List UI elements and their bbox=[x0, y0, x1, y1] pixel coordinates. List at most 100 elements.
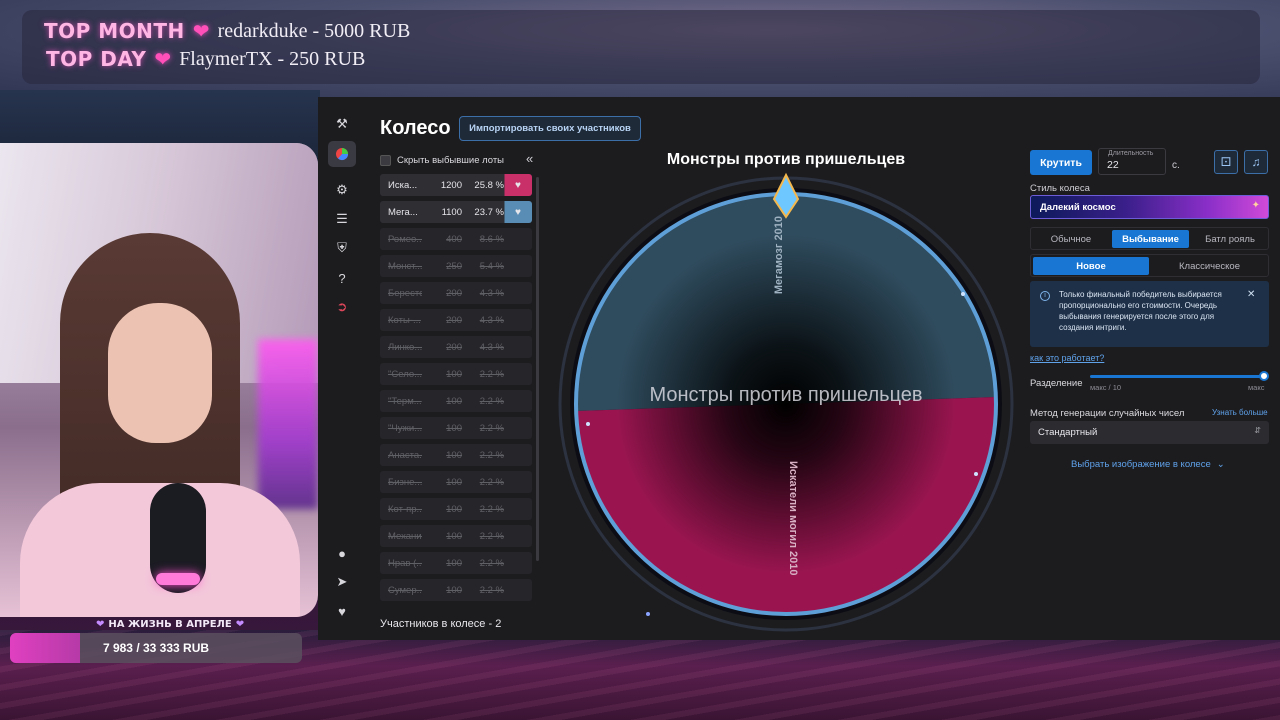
wheel-segment-label-iskateli: Искатели могил 2010 bbox=[787, 461, 799, 576]
top-day-row: TOP DAY ❤ FlaymerTX - 250 RUB bbox=[46, 46, 365, 72]
wheel-star bbox=[586, 422, 590, 426]
settings-gear-icon[interactable]: ⚙ bbox=[328, 177, 356, 203]
lot-row[interactable]: Мега... 1100 23.7 % ♥ bbox=[380, 201, 532, 223]
sparkle-icon: ✦ bbox=[1251, 200, 1260, 211]
auction-hammer-icon[interactable]: ⚒ bbox=[328, 111, 356, 137]
logout-icon[interactable]: ➲ bbox=[328, 294, 356, 320]
wheel-pie-icon[interactable] bbox=[328, 141, 356, 167]
lot-name: Нрав (... bbox=[388, 557, 422, 569]
heart-icon: ❤ bbox=[192, 20, 210, 43]
shield-icon[interactable]: ⛨ bbox=[328, 235, 356, 261]
close-icon[interactable]: ✕ bbox=[1247, 289, 1255, 300]
lot-row[interactable]: Бересте... 200 4.3 % bbox=[380, 282, 532, 304]
lot-percent: 25.8 % bbox=[474, 179, 504, 191]
lot-amount: 200 bbox=[446, 314, 462, 326]
lot-name: Монст... bbox=[388, 260, 422, 272]
rng-method-label: Метод генерации случайных чисел bbox=[1030, 408, 1185, 419]
lot-row[interactable]: Кот-пр... 100 2.2 % bbox=[380, 498, 532, 520]
chevron-down-icon: ⌄ bbox=[1216, 459, 1225, 470]
lot-row[interactable]: Сумер... 100 2.2 % bbox=[380, 579, 532, 601]
duration-field[interactable]: Длительность 22 bbox=[1098, 148, 1166, 175]
submode-option-new[interactable]: Новое bbox=[1033, 257, 1149, 275]
duration-unit: с. bbox=[1172, 160, 1180, 171]
lot-name: "Терм... bbox=[388, 395, 422, 407]
help-icon[interactable]: ? bbox=[328, 265, 356, 291]
collapse-list-icon[interactable]: « bbox=[526, 151, 533, 166]
lot-row[interactable]: Механик... 100 2.2 % bbox=[380, 525, 532, 547]
purple-heart-icon: ❤ bbox=[96, 618, 105, 630]
lot-row[interactable]: Линко... 200 4.3 % bbox=[380, 336, 532, 358]
lot-amount: 100 bbox=[446, 503, 462, 515]
lot-row[interactable]: Ромео... 400 8.6 % bbox=[380, 228, 532, 250]
top-day-value: FlaymerTX - 250 RUB bbox=[179, 47, 366, 70]
split-max-label: макс bbox=[1248, 383, 1265, 392]
lot-row[interactable]: Нрав (... 100 2.2 % bbox=[380, 552, 532, 574]
goal-title-text: НА ЖИЗНЬ В АПРЕЛЕ bbox=[108, 618, 232, 630]
how-it-works-link[interactable]: как это работает? bbox=[1030, 353, 1104, 363]
lot-row[interactable]: Бизне... 100 2.2 % bbox=[380, 471, 532, 493]
lot-name: "Чужи... bbox=[388, 422, 422, 434]
lot-amount: 100 bbox=[446, 368, 462, 380]
lot-percent: 5.4 % bbox=[479, 260, 504, 272]
lot-row[interactable]: Иска... 1200 25.8 % ♥ bbox=[380, 174, 532, 196]
lot-row[interactable]: Анаста... 100 2.2 % bbox=[380, 444, 532, 466]
rng-method-select[interactable]: Стандартный ⇵ bbox=[1030, 421, 1269, 444]
choose-wheel-image-link[interactable]: Выбрать изображение в колесе ⌄ bbox=[1071, 459, 1225, 470]
wheel-style-select[interactable]: Далекий космос ✦ bbox=[1030, 195, 1269, 219]
split-slider-knob[interactable] bbox=[1259, 371, 1269, 381]
hearts-icon: ❤ bbox=[154, 48, 172, 71]
lot-action-icon[interactable]: ♥ bbox=[504, 180, 532, 191]
lot-amount: 100 bbox=[446, 449, 462, 461]
github-icon[interactable]: ● bbox=[328, 540, 356, 566]
learn-more-link[interactable]: Узнать больше bbox=[1212, 408, 1268, 417]
hide-dropped-checkbox[interactable] bbox=[380, 154, 391, 166]
microphone-ring-light bbox=[156, 573, 200, 585]
lot-amount: 100 bbox=[446, 530, 462, 542]
layers-icon[interactable]: ☰ bbox=[328, 206, 356, 232]
lot-row[interactable]: Монст... 250 5.4 % bbox=[380, 255, 532, 277]
lot-amount: 400 bbox=[446, 233, 462, 245]
select-caret-icon: ⇵ bbox=[1254, 426, 1261, 435]
participants-count: Участников в колесе - 2 bbox=[380, 618, 502, 630]
wheel-app-window: ⚒ ⚙ ☰ ⛨ ? ➲ ● ➤ ♥ Колесо Импортировать с… bbox=[318, 97, 1280, 640]
lots-scrollbar[interactable] bbox=[536, 177, 539, 561]
lot-row[interactable]: Коты-... 200 4.3 % bbox=[380, 309, 532, 331]
goal-progress-bar: 7 983 / 33 333 RUB bbox=[10, 633, 302, 663]
lot-percent: 2.2 % bbox=[479, 584, 504, 596]
wheel-center-label: Монстры против пришельцев bbox=[649, 384, 923, 406]
info-alert: i Только финальный победитель выбирается… bbox=[1030, 281, 1269, 347]
import-participants-button[interactable]: Импортировать своих участников bbox=[459, 116, 641, 141]
dice-icon[interactable]: ⚀ bbox=[1214, 150, 1238, 174]
mode-option-battle-royale[interactable]: Батл рояль bbox=[1192, 230, 1268, 248]
lot-row[interactable]: "Село... 100 2.2 % bbox=[380, 363, 532, 385]
webcam-feed bbox=[0, 143, 318, 617]
lot-row[interactable]: "Терм... 100 2.2 % bbox=[380, 390, 532, 412]
lot-percent: 2.2 % bbox=[479, 368, 504, 380]
lot-row[interactable]: "Чужи... 100 2.2 % bbox=[380, 417, 532, 439]
telegram-icon[interactable]: ➤ bbox=[328, 569, 356, 595]
split-slider-track[interactable] bbox=[1090, 375, 1264, 378]
goal-title: ❤ НА ЖИЗНЬ В АПРЕЛЕ ❤ bbox=[96, 617, 244, 631]
lot-name: Кот-пр... bbox=[388, 503, 422, 515]
info-icon: i bbox=[1040, 291, 1050, 301]
lot-action-icon[interactable]: ♥ bbox=[504, 207, 532, 218]
lot-amount: 100 bbox=[446, 476, 462, 488]
donate-icon[interactable]: ♥ bbox=[328, 598, 356, 624]
lot-name: Иска... bbox=[388, 179, 418, 191]
hide-dropped-toggle[interactable]: Скрыть выбывшие лоты bbox=[380, 153, 504, 167]
submode-option-classic[interactable]: Классическое bbox=[1151, 257, 1268, 275]
lot-name: Мега... bbox=[388, 206, 418, 218]
lot-percent: 2.2 % bbox=[479, 449, 504, 461]
spin-button[interactable]: Крутить bbox=[1030, 150, 1092, 175]
lot-amount: 1200 bbox=[440, 179, 462, 191]
mode-option-normal[interactable]: Обычное bbox=[1033, 230, 1109, 248]
webcam-neon-light bbox=[258, 339, 318, 509]
lot-percent: 4.3 % bbox=[479, 341, 504, 353]
mode-switch: Обычное Выбывание Батл рояль bbox=[1030, 227, 1269, 250]
music-icon[interactable]: ♫ bbox=[1244, 150, 1268, 174]
lot-percent: 2.2 % bbox=[479, 557, 504, 569]
top-day-label: TOP DAY bbox=[46, 47, 147, 71]
mode-option-elimination[interactable]: Выбывание bbox=[1112, 230, 1189, 248]
lot-percent: 4.3 % bbox=[479, 287, 504, 299]
lot-name: Бересте... bbox=[388, 287, 422, 299]
